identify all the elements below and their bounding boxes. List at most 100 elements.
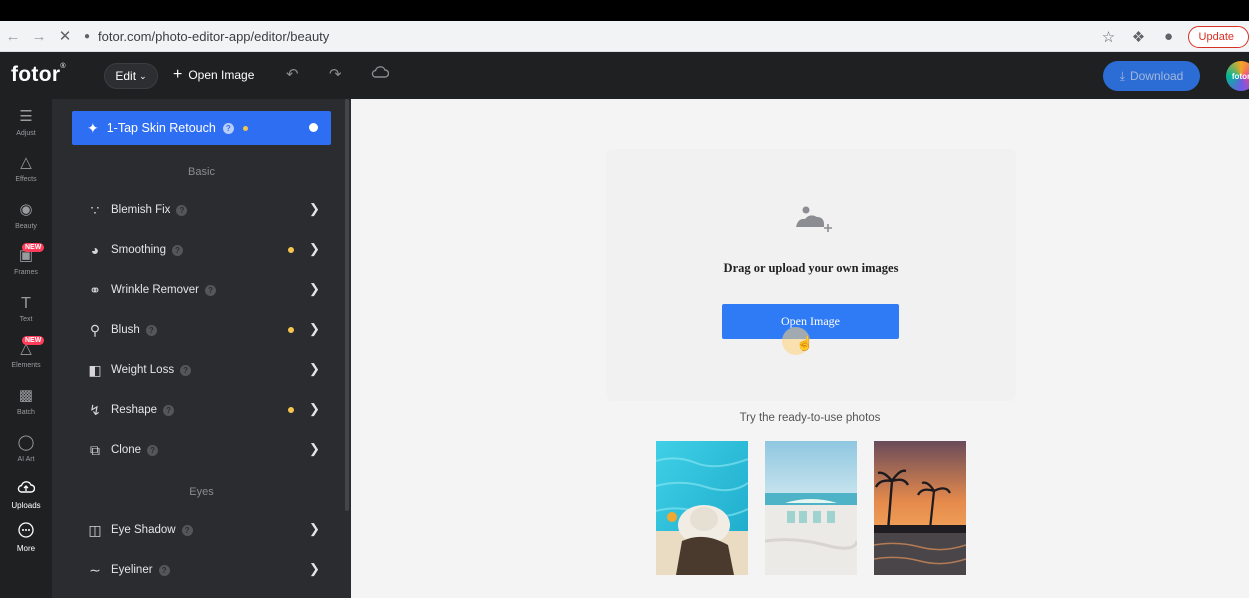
chevron-right-icon: ❯ (309, 281, 320, 296)
wrinkle-icon: ⚭ (89, 281, 101, 298)
download-label: Download (1129, 69, 1184, 83)
plus-icon: + (173, 66, 183, 83)
open-image-header-button[interactable]: + Open Image (173, 67, 254, 83)
rail-label: AI Art (17, 456, 35, 463)
new-badge: NEW (22, 243, 45, 252)
app-header: fotor® Edit ⌄ + Open Image ↶ ↷ ⤓ Downloa… (0, 52, 1249, 99)
rail-item-frames[interactable]: NEW ▣ Frames (0, 243, 52, 291)
weight-loss-icon: ◧ (88, 361, 102, 378)
help-icon[interactable]: ? (145, 324, 157, 336)
rail-item-batch[interactable]: ▩ Batch (0, 387, 52, 431)
rail-item-text[interactable]: T Text (0, 294, 52, 338)
help-icon[interactable]: ? (171, 244, 183, 256)
tool-label: Reshape (111, 404, 158, 416)
drag-upload-text: Drag or upload your own images (723, 261, 899, 275)
help-icon[interactable]: ? (204, 284, 216, 296)
eyeliner-icon: ∼ (89, 561, 101, 578)
help-icon[interactable]: ? (147, 444, 159, 456)
blush-icon: ⚲ (89, 321, 101, 338)
address-bar[interactable]: ● fotor.com/photo-editor-app/editor/beau… (84, 24, 329, 48)
forward-arrow-icon[interactable]: → (26, 23, 52, 49)
section-heading-basic: Basic (188, 166, 215, 178)
clone-icon: ⧉ (90, 441, 100, 458)
redo-icon[interactable]: ↷ (329, 65, 342, 83)
beauty-panel: ✦ 1-Tap Skin Retouch ? Basic ∵ Blemish F… (52, 99, 351, 598)
retouch-toggle[interactable] (301, 120, 325, 134)
profile-icon[interactable]: ● (1154, 24, 1184, 50)
premium-dot (242, 125, 248, 131)
cloud-upload-icon (17, 479, 36, 499)
chevron-right-icon: ❯ (309, 201, 320, 216)
fotor-logo[interactable]: fotor® (11, 63, 66, 87)
registered-mark: ® (60, 63, 66, 70)
tool-label: Wrinkle Remover (111, 284, 199, 296)
update-button[interactable]: Update (1187, 25, 1249, 48)
cloud-icon[interactable] (371, 65, 390, 83)
help-icon[interactable]: ? (181, 524, 193, 536)
rail-label: Elements (11, 362, 41, 369)
smoothing-icon: ◕ (90, 242, 100, 258)
edit-menu-button[interactable]: Edit ⌄ (104, 63, 158, 89)
chevron-right-icon: ❯ (309, 321, 320, 336)
tool-clone[interactable]: ⧉ Clone ? ❯ (86, 439, 326, 461)
help-icon[interactable]: ? (158, 564, 170, 576)
chevron-right-icon: ❯ (309, 401, 320, 416)
more-icon (18, 522, 34, 542)
help-icon[interactable]: ? (180, 364, 192, 376)
main-canvas: Drag or upload your own images Open Imag… (351, 99, 1249, 598)
rail-label: Frames (14, 269, 38, 276)
tool-eyeliner[interactable]: ∼ Eyeliner ? ❯ (86, 559, 326, 581)
help-icon[interactable]: ? (222, 122, 234, 134)
rail-label: Batch (17, 409, 35, 416)
sample-photo-beach[interactable] (765, 441, 857, 575)
sample-photo-sunset[interactable] (874, 441, 966, 575)
chevron-right-icon: ❯ (309, 561, 320, 576)
rail-item-adjust[interactable]: ☰ Adjust (0, 108, 52, 152)
rail-item-more[interactable]: More (0, 522, 52, 566)
rail-item-ai-art[interactable]: ◯ AI Art (0, 434, 52, 478)
tool-weight-loss[interactable]: ◧ Weight Loss ? ❯ (86, 359, 326, 381)
edit-label: Edit (115, 69, 137, 83)
tool-label: Smoothing (111, 244, 166, 256)
back-arrow-icon[interactable]: ← (0, 23, 26, 49)
add-image-icon (794, 205, 834, 235)
rail-item-uploads[interactable]: Uploads (0, 479, 52, 523)
undo-icon[interactable]: ↶ (286, 65, 299, 83)
one-tap-skin-retouch[interactable]: ✦ 1-Tap Skin Retouch ? (72, 111, 331, 145)
tool-smoothing[interactable]: ◕ Smoothing ? ❯ (86, 239, 326, 261)
rail-label: More (16, 544, 36, 553)
rail-item-beauty[interactable]: ◉ Beauty (0, 201, 52, 245)
tool-wrinkle-remover[interactable]: ⚭ Wrinkle Remover ? ❯ (86, 279, 326, 301)
sliders-icon: ☰ (19, 108, 33, 125)
text-icon: T (21, 294, 31, 312)
rail-item-elements[interactable]: NEW △ Elements (0, 336, 52, 384)
open-image-button[interactable]: Open Image (722, 304, 899, 339)
tool-reshape[interactable]: ↯ Reshape ? ❯ (86, 399, 326, 421)
bookmark-star-icon[interactable]: ☆ (1094, 24, 1124, 50)
help-icon[interactable]: ? (176, 204, 188, 216)
rail-label: Uploads (11, 501, 41, 510)
blemish-icon: ∵ (90, 201, 100, 218)
tool-blush[interactable]: ⚲ Blush ? ❯ (86, 319, 326, 341)
rail-label: Adjust (16, 130, 36, 137)
open-image-header-label: Open Image (188, 68, 255, 82)
stop-loading-icon[interactable]: ✕ (52, 23, 78, 49)
upload-dropzone[interactable]: Drag or upload your own images Open Imag… (606, 149, 1016, 401)
rail-item-effects[interactable]: △ Effects (0, 154, 52, 198)
download-button[interactable]: ⤓ Download (1103, 61, 1200, 91)
avatar[interactable]: fotor (1226, 61, 1249, 91)
tool-blemish-fix[interactable]: ∵ Blemish Fix ? ❯ (86, 199, 326, 221)
chevron-right-icon: ❯ (309, 441, 320, 456)
tool-eye-shadow[interactable]: ◫ Eye Shadow ? ❯ (86, 519, 326, 541)
logo-text: fotor (11, 63, 61, 86)
left-tool-rail: ☰ Adjust △ Effects ◉ Beauty NEW ▣ Frames… (0, 99, 52, 598)
eye-shadow-icon: ◫ (88, 521, 102, 538)
sample-photo-pool[interactable] (656, 441, 748, 575)
extensions-puzzle-icon[interactable]: ❖ (1124, 24, 1154, 50)
help-icon[interactable]: ? (163, 404, 175, 416)
panel-scrollbar[interactable] (345, 99, 349, 511)
section-heading-eyes: Eyes (189, 486, 214, 498)
flask-icon: △ (20, 154, 32, 171)
tool-label: Clone (111, 444, 142, 456)
new-badge: NEW (22, 336, 45, 345)
